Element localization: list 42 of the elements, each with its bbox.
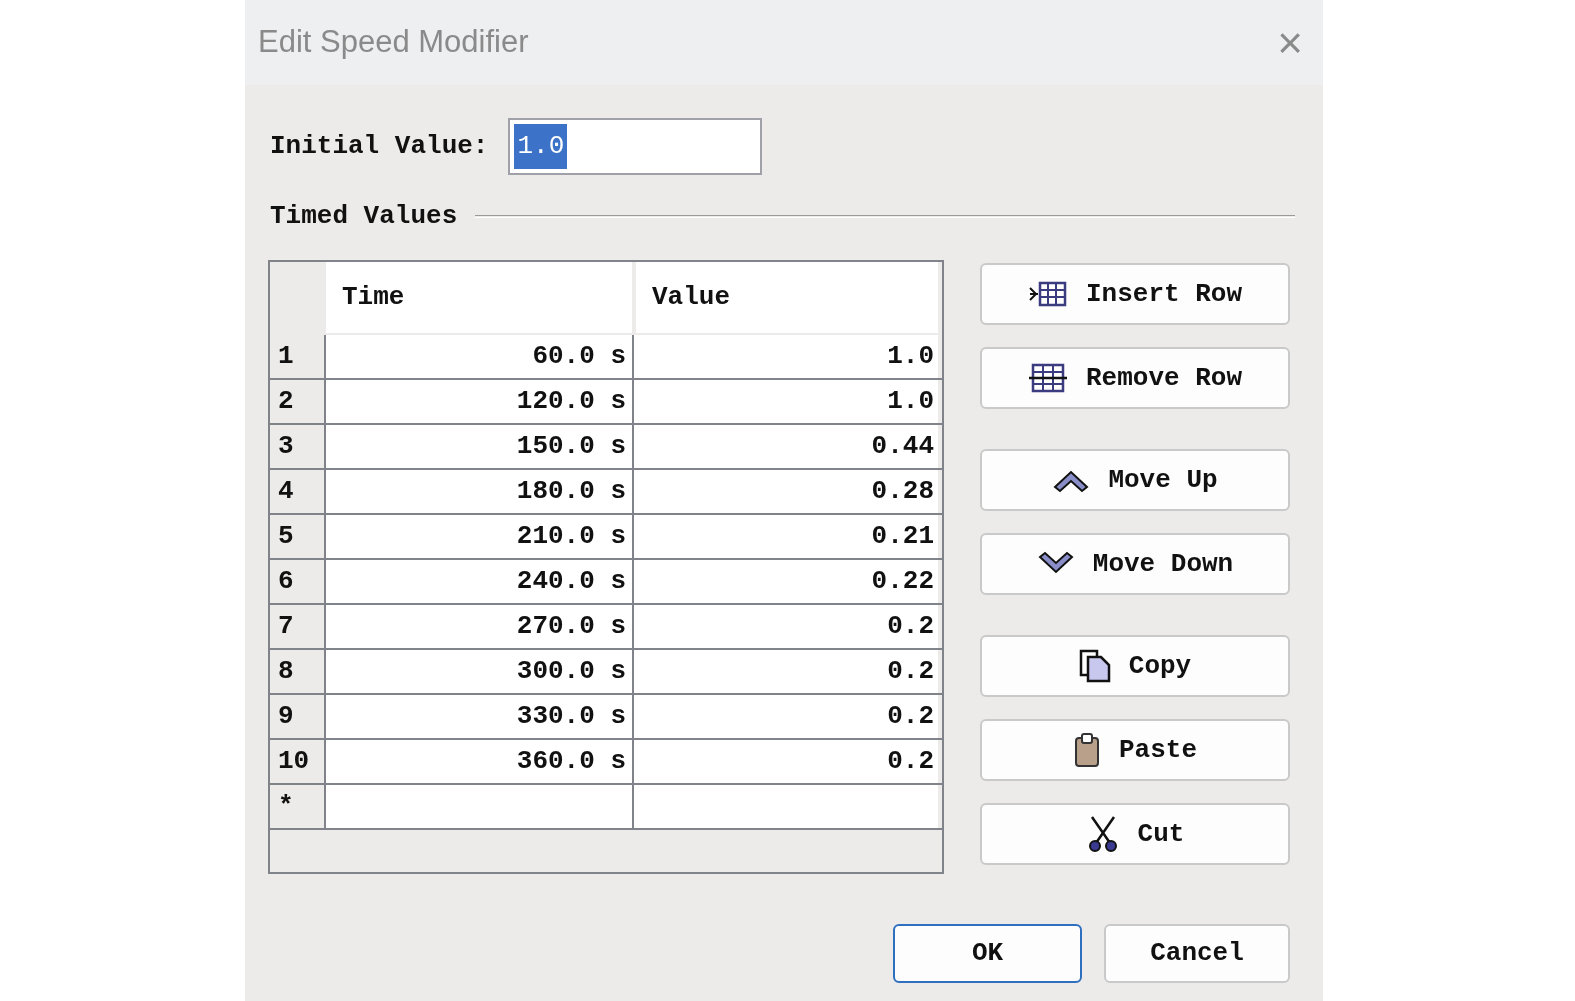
table-cell[interactable]: 210.0 s [326, 515, 634, 558]
clipboard-icon [1073, 732, 1101, 768]
table-cell[interactable]: 0.2 [634, 605, 938, 648]
cancel-button[interactable]: Cancel [1104, 924, 1290, 983]
field-label: Initial Value: [270, 130, 489, 163]
table-cell[interactable]: 1.0 [634, 335, 938, 378]
table-cell[interactable]: 180.0 s [326, 470, 634, 513]
remove-row-button[interactable]: Remove Row [980, 347, 1290, 409]
input-field[interactable]: 1.0 [508, 118, 763, 175]
table-cell[interactable]: 120.0 s [326, 380, 634, 423]
table-cell[interactable]: 0.22 [634, 560, 938, 603]
table-cell[interactable]: 240.0 s [326, 560, 634, 603]
table-cell[interactable]: 300.0 s [326, 650, 634, 693]
table-cell[interactable]: 1.0 [634, 380, 938, 423]
insert-row-button[interactable]: Insert Row [980, 263, 1290, 325]
table-cell[interactable]: 360.0 s [326, 740, 634, 783]
table-cell[interactable] [634, 785, 938, 828]
table-cell[interactable]: 0.2 [634, 740, 938, 783]
table-cell[interactable]: 0.28 [634, 470, 938, 513]
table-insert-icon [1028, 280, 1068, 308]
group-title: Timed Values [270, 200, 458, 233]
paste-button[interactable]: Paste [980, 719, 1290, 781]
table-cell[interactable] [326, 785, 634, 828]
field-value: 1.0 [514, 124, 568, 169]
table-cell[interactable]: 270.0 s [326, 605, 634, 648]
window-title: Edit Speed Modifier [258, 23, 529, 62]
table-remove-icon [1028, 362, 1068, 394]
copy-icon [1078, 649, 1111, 683]
column-header[interactable]: Time [326, 262, 632, 333]
column-header[interactable]: Value [636, 262, 938, 333]
ok-button[interactable]: OK [893, 924, 1082, 983]
table-cell[interactable]: 150.0 s [326, 425, 634, 468]
cut-button[interactable]: Cut [980, 803, 1290, 865]
table-cell[interactable]: 60.0 s [326, 335, 634, 378]
table-cell[interactable]: 0.2 [634, 650, 938, 693]
table-cell[interactable]: 0.21 [634, 515, 938, 558]
table-cell[interactable]: 330.0 s [326, 695, 634, 738]
move-down-button[interactable]: Move Down [980, 533, 1290, 595]
move-up-button[interactable]: Move Up [980, 449, 1290, 511]
table-cell[interactable]: 0.44 [634, 425, 938, 468]
copy-button[interactable]: Copy [980, 635, 1290, 697]
table-cell[interactable]: 0.2 [634, 695, 938, 738]
